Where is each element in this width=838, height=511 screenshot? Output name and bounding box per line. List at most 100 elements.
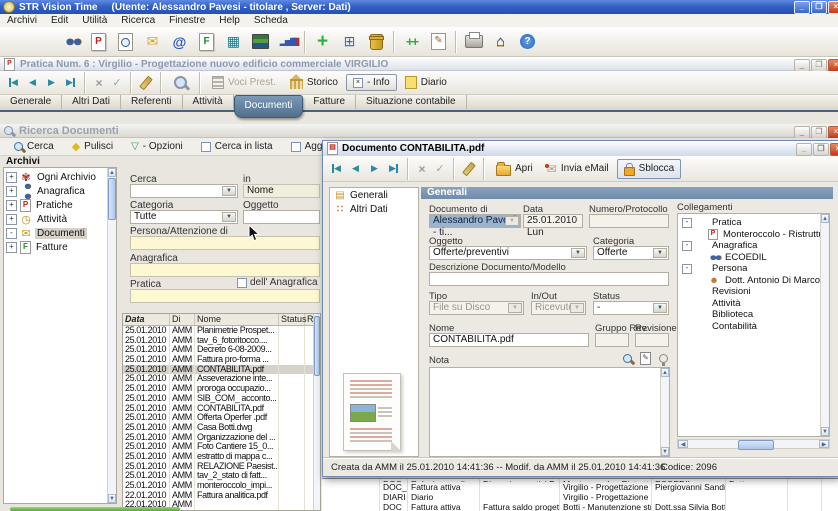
invia-email-button[interactable]: ✉ Invia eMail xyxy=(541,160,615,178)
tree-item-anagrafica[interactable]: + ☻☻ Anagrafica xyxy=(6,184,116,198)
info-toggle-button[interactable]: × - Info xyxy=(346,74,397,91)
tree-item-label[interactable]: Anagrafica xyxy=(35,186,87,197)
clear-broom-icon[interactable] xyxy=(139,75,153,90)
pratica-window-bar[interactable]: P Pratica Num. 6 : Virgilio - Progettazi… xyxy=(0,57,838,71)
anagrafica-input[interactable] xyxy=(130,263,320,277)
restore-button[interactable]: ❐ xyxy=(811,1,827,14)
grid-row[interactable]: DOC_F Fattura attiva Virgilio - Progetta… xyxy=(322,482,838,492)
table-row[interactable]: 25.01.2010 AMM Decreto 6-08-2009... xyxy=(123,345,320,355)
nav-first-button[interactable]: ◀ xyxy=(5,74,22,92)
expand-toggle-icon[interactable]: + xyxy=(6,172,17,183)
table-row[interactable]: 25.01.2010 AMM CONTABILITA.pdf xyxy=(123,404,320,414)
collegamenti-item-label[interactable]: Persona xyxy=(710,263,749,274)
collegamenti-item-label[interactable]: Contabilità xyxy=(710,321,759,332)
apri-button[interactable]: Apri xyxy=(490,160,539,178)
tree-item-label[interactable]: Ogni Archivio xyxy=(35,172,98,183)
scroll-down-arrow[interactable]: ▼ xyxy=(821,427,829,436)
persona-input[interactable] xyxy=(130,236,320,250)
add-multiple-icon[interactable]: ++ xyxy=(398,29,425,54)
table-row[interactable]: 25.01.2010 AMM RELAZIONE Paesist... xyxy=(123,462,320,472)
toolbar-separator[interactable] xyxy=(304,31,306,53)
dropdown-arrow-icon[interactable]: ▼ xyxy=(222,212,236,222)
dropdown-arrow-icon[interactable]: ▼ xyxy=(222,186,236,196)
expand-toggle-icon[interactable]: - xyxy=(682,241,692,251)
descrizione-input[interactable] xyxy=(429,272,669,286)
add-icon[interactable]: + xyxy=(309,29,336,54)
tab[interactable]: Documenti xyxy=(234,95,304,118)
statistics-chart-icon[interactable]: ▂▅▇ xyxy=(274,29,301,54)
collegamenti-item-label[interactable]: Monteroccolo - Ristrutturazione agritur xyxy=(721,229,829,240)
table-row[interactable]: 25.01.2010 AMM Organizzazione del ... xyxy=(123,433,320,443)
expand-toggle-icon[interactable]: + xyxy=(6,214,17,225)
table-row[interactable]: 25.01.2010 AMM tav_2_stato di fatt... xyxy=(123,471,320,481)
duplicate-window-icon[interactable]: ⊞ xyxy=(336,29,363,54)
clear-broom-icon[interactable] xyxy=(462,161,476,176)
mail-icon[interactable]: ✉ xyxy=(139,29,166,54)
collegamenti-item-label[interactable]: Biblioteca xyxy=(710,309,755,320)
in-field[interactable]: Nome xyxy=(243,184,320,198)
checkbox-icon[interactable] xyxy=(201,142,211,152)
col-nome[interactable]: Nome xyxy=(195,314,279,325)
colleg-attivita[interactable]: Attività xyxy=(682,298,829,310)
scroll-up-arrow[interactable]: ▲ xyxy=(661,368,669,377)
colleg-persona[interactable]: - Persona xyxy=(682,263,829,275)
dell-anagrafica-checkbox[interactable]: dell' Anagrafica xyxy=(237,277,318,288)
col-di[interactable]: Di xyxy=(170,314,195,325)
nav-first-button[interactable]: ◀ xyxy=(328,160,345,178)
cerca-button[interactable]: Cerca xyxy=(8,139,60,154)
dropdown-arrow-icon[interactable]: ▼ xyxy=(653,303,667,313)
tree-scrollbar[interactable]: ▲ ▼ xyxy=(107,168,116,503)
recycle-bin-icon[interactable] xyxy=(363,29,390,54)
table-row[interactable]: 22.01.2010 AMM Fattura analitica.pdf xyxy=(123,491,320,501)
tab[interactable]: Attività xyxy=(183,95,234,109)
tab[interactable]: Referenti xyxy=(121,95,183,109)
menu-item[interactable]: Edit xyxy=(44,15,75,26)
home-icon[interactable]: ⌂ xyxy=(487,29,514,54)
pratica-input[interactable] xyxy=(130,289,320,303)
colleg-revisioni[interactable]: Revisioni xyxy=(682,286,829,298)
table-row[interactable]: 25.01.2010 AMM Offerta Operfer .pdf xyxy=(123,413,320,423)
scroll-up-arrow[interactable]: ▲ xyxy=(821,214,829,223)
nota-lightbulb-icon[interactable] xyxy=(659,354,668,363)
table-row[interactable]: 25.01.2010 AMM tav_6_fotoritocco.... xyxy=(123,336,320,346)
nota-textarea[interactable]: ▲ ▼ xyxy=(429,367,670,457)
expand-toggle-icon[interactable]: + xyxy=(6,186,17,197)
menu-item[interactable]: Finestre xyxy=(162,15,212,26)
edit-sheet-icon[interactable]: ✎ xyxy=(425,29,452,54)
dropdown-arrow-icon[interactable]: ▼ xyxy=(571,248,585,258)
scroll-up-arrow[interactable]: ▲ xyxy=(108,168,116,177)
sblocca-button[interactable]: Sblocca xyxy=(617,159,682,179)
tree-item-label[interactable]: Documenti xyxy=(35,228,87,239)
table-row[interactable]: 25.01.2010 AMM Fattura pro-forma ... xyxy=(123,355,320,365)
tab[interactable]: Situazione contabile xyxy=(356,95,467,109)
diario-button[interactable]: Diario xyxy=(399,74,453,91)
cerca-in-lista-checkbox[interactable]: Cerca in lista xyxy=(195,139,279,154)
collegamenti-item-label[interactable]: Pratica xyxy=(710,217,744,228)
dialog-nav-generali[interactable]: ▤ Generali xyxy=(330,188,418,202)
expand-toggle-icon[interactable]: - xyxy=(682,264,692,274)
confirm-button[interactable]: ✓ xyxy=(109,76,125,89)
nav-prev-button[interactable]: ◀ xyxy=(24,74,41,92)
collegamenti-item-label[interactable]: Attività xyxy=(710,298,743,309)
oggetto-input[interactable] xyxy=(243,210,320,224)
expand-toggle-icon[interactable]: + xyxy=(6,242,17,253)
nota-edit-icon[interactable]: ✎ xyxy=(640,352,651,365)
clock-icon[interactable] xyxy=(4,29,31,54)
scroll-thumb[interactable] xyxy=(314,316,320,376)
menu-item[interactable]: Archivi xyxy=(0,15,44,26)
collegamenti-vscrollbar[interactable]: ▲ ▼ xyxy=(820,214,829,436)
tree-item-documenti[interactable]: - ✉ Documenti xyxy=(6,226,116,240)
confirm-button[interactable]: ✓ xyxy=(432,162,448,175)
grid-row[interactable]: DOC_F Fattura attiva Fattura saldo proge… xyxy=(322,502,838,511)
nav-last-button[interactable]: ▶ xyxy=(385,160,402,178)
colleg-anagrafica[interactable]: - Anagrafica xyxy=(682,240,829,252)
print-icon[interactable] xyxy=(460,29,487,54)
collegamenti-item-label[interactable]: Anagrafica xyxy=(710,240,759,251)
checkbox-icon[interactable] xyxy=(237,278,247,288)
cerca-combo[interactable]: ▼ xyxy=(130,184,238,198)
menu-item[interactable]: Ricerca xyxy=(114,15,162,26)
search-icon[interactable] xyxy=(31,29,58,54)
collegamenti-item-label[interactable]: Dott. Antonio Di Marco xyxy=(723,275,822,286)
col-data[interactable]: Data xyxy=(123,314,170,325)
close-button[interactable]: × xyxy=(828,1,838,14)
